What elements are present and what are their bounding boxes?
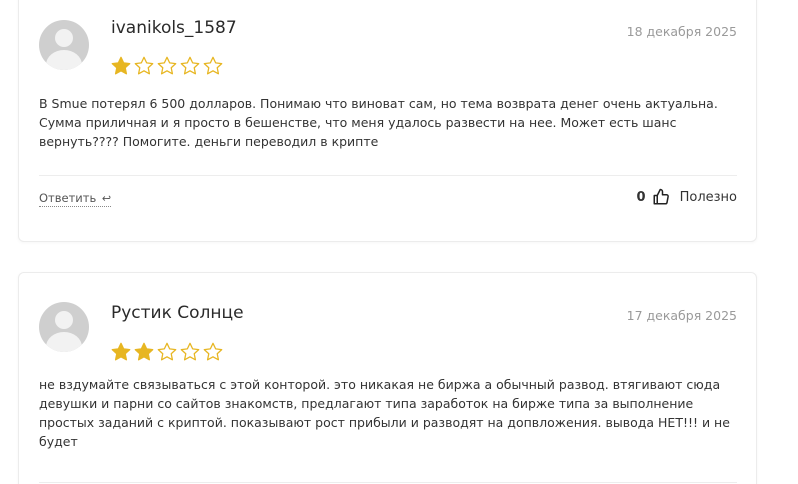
- star-empty-icon: [179, 341, 201, 363]
- helpful-button[interactable]: Полезно: [680, 190, 737, 205]
- review-card: Рустик Солнце 17 декабря 2025 не вздумай…: [18, 272, 757, 484]
- review-username: ivanikols_1587: [111, 18, 237, 38]
- reply-link[interactable]: Ответить ↩: [39, 191, 112, 207]
- helpful-count: 0: [636, 189, 646, 205]
- thumbs-up-icon[interactable]: [652, 188, 670, 206]
- star-empty-icon: [133, 55, 155, 77]
- helpful-block: 0 Полезно: [637, 188, 737, 206]
- star-filled-icon: [133, 341, 155, 363]
- user-avatar-icon: [39, 302, 89, 352]
- divider: [39, 482, 737, 483]
- review-date: 18 декабря 2025: [626, 24, 737, 39]
- reply-arrow-icon[interactable]: ↩: [102, 192, 111, 205]
- review-text: В Smue потерял 6 500 долларов. Понимаю ч…: [39, 96, 718, 149]
- divider: [39, 175, 737, 176]
- user-avatar-icon: [39, 20, 89, 70]
- star-filled-icon: [110, 341, 132, 363]
- star-filled-icon: [110, 55, 132, 77]
- reviews-page: ivanikols_1587 18 декабря 2025 В Smue по…: [0, 0, 798, 484]
- star-empty-icon: [202, 55, 224, 77]
- reply-label[interactable]: Ответить: [39, 191, 96, 205]
- review-date: 17 декабря 2025: [626, 308, 737, 323]
- star-empty-icon: [156, 341, 178, 363]
- star-empty-icon: [179, 55, 201, 77]
- rating-stars: [110, 341, 224, 365]
- review-card: ivanikols_1587 18 декабря 2025 В Smue по…: [18, 0, 757, 242]
- star-empty-icon: [202, 341, 224, 363]
- review-username: Рустик Солнце: [111, 303, 244, 323]
- star-empty-icon: [156, 55, 178, 77]
- review-text: не вздумайте связываться с этой конторой…: [39, 377, 730, 449]
- rating-stars: [110, 55, 224, 79]
